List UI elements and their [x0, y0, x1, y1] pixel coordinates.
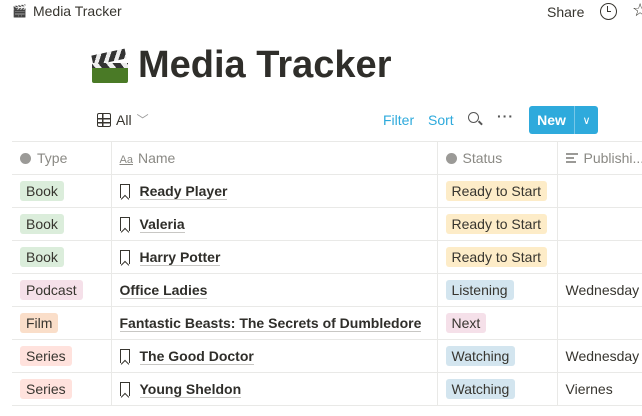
select-icon — [445, 153, 457, 164]
filter-button[interactable]: Filter — [383, 112, 414, 128]
name-cell[interactable]: Young Sheldon — [110, 372, 437, 406]
bookmark-icon — [119, 217, 130, 231]
type-tag: Film — [20, 313, 59, 333]
star-icon[interactable]: ☆ — [632, 0, 642, 21]
status-cell[interactable]: Ready to Start — [436, 240, 557, 274]
status-tag: Ready to Start — [445, 181, 547, 201]
item-name[interactable]: Harry Potter — [139, 249, 221, 266]
type-cell[interactable]: Series — [12, 339, 111, 373]
clapperboard-icon — [91, 48, 128, 84]
type-tag: Series — [20, 379, 72, 399]
more-icon[interactable]: ··· — [497, 108, 514, 124]
column-status[interactable]: Status — [436, 141, 557, 175]
type-tag: Book — [20, 247, 64, 267]
sort-button[interactable]: Sort — [428, 112, 454, 128]
table-icon — [97, 112, 111, 127]
publishing-cell[interactable] — [556, 207, 642, 241]
database-toolbar: All ﹀ Filter Sort ··· New ∨ — [0, 106, 642, 134]
column-label: Publishi... — [583, 150, 642, 166]
name-cell[interactable]: Ready Player — [110, 174, 437, 208]
column-label: Name — [137, 150, 176, 166]
clapperboard-icon: 🎬 — [12, 4, 27, 18]
type-cell[interactable]: Film — [12, 306, 111, 340]
item-name[interactable]: The Good Doctor — [139, 348, 254, 365]
media-table: Type Aa Name Status Publishi... Book Read… — [12, 141, 642, 406]
topbar: 🎬 Media Tracker Share ☆ — [0, 0, 642, 24]
publishing-cell[interactable]: Viernes — [556, 372, 642, 406]
text-icon: Aa — [119, 154, 133, 166]
table-row[interactable]: Series The Good Doctor Watching Wednesda… — [12, 339, 642, 373]
publishing-cell[interactable] — [556, 240, 642, 274]
publishing-cell[interactable]: Wednesday — [556, 273, 642, 307]
status-tag: Watching — [445, 346, 516, 366]
name-cell[interactable]: Fantastic Beasts: The Secrets of Dumbled… — [110, 306, 437, 340]
status-cell[interactable]: Listening — [436, 273, 557, 307]
breadcrumb[interactable]: 🎬 Media Tracker — [12, 3, 122, 19]
type-tag: Book — [20, 181, 64, 201]
column-publishing[interactable]: Publishi... — [556, 141, 642, 175]
table-row[interactable]: Film Fantastic Beasts: The Secrets of Du… — [12, 306, 642, 340]
table-row[interactable]: Book Ready Player Ready to Start — [12, 174, 642, 208]
chevron-down-icon[interactable]: ∨ — [574, 106, 598, 134]
name-cell[interactable]: Harry Potter — [110, 240, 437, 274]
item-name[interactable]: Fantastic Beasts: The Secrets of Dumbled… — [119, 315, 422, 332]
table-row[interactable]: Book Harry Potter Ready to Start — [12, 240, 642, 274]
item-name[interactable]: Ready Player — [139, 183, 228, 200]
history-icon[interactable] — [600, 3, 617, 20]
new-button-group: New ∨ — [529, 106, 598, 134]
column-name[interactable]: Aa Name — [110, 141, 437, 175]
type-cell[interactable]: Podcast — [12, 273, 111, 307]
select-icon — [20, 153, 31, 164]
share-button[interactable]: Share — [547, 4, 584, 20]
column-type[interactable]: Type — [12, 141, 111, 175]
status-cell[interactable]: Watching — [436, 339, 557, 373]
bookmark-icon — [119, 184, 130, 198]
type-cell[interactable]: Book — [12, 174, 111, 208]
status-cell[interactable]: Next — [436, 306, 557, 340]
status-tag: Next — [445, 313, 487, 333]
type-tag: Series — [20, 346, 72, 366]
item-name[interactable]: Office Ladies — [119, 282, 208, 299]
type-cell[interactable]: Series — [12, 372, 111, 406]
publishing-cell[interactable]: Wednesday — [556, 339, 642, 373]
status-cell[interactable]: Ready to Start — [436, 207, 557, 241]
item-name[interactable]: Valeria — [139, 216, 185, 233]
column-label: Status — [462, 150, 503, 166]
table-row[interactable]: Book Valeria Ready to Start — [12, 207, 642, 241]
type-tag: Podcast — [20, 280, 83, 300]
name-cell[interactable]: The Good Doctor — [110, 339, 437, 373]
type-cell[interactable]: Book — [12, 240, 111, 274]
bookmark-icon — [119, 382, 130, 396]
column-label: Type — [37, 150, 68, 166]
breadcrumb-label: Media Tracker — [32, 3, 122, 19]
publishing-cell[interactable] — [556, 306, 642, 340]
table-header: Type Aa Name Status Publishi... — [12, 141, 642, 175]
status-cell[interactable]: Ready to Start — [436, 174, 557, 208]
view-selector[interactable]: All ﹀ — [97, 111, 149, 128]
table-row[interactable]: Series Young Sheldon Watching Viernes — [12, 372, 642, 406]
text-lines-icon — [565, 153, 578, 163]
new-button[interactable]: New — [529, 112, 574, 128]
publishing-cell[interactable] — [556, 174, 642, 208]
name-cell[interactable]: Valeria — [110, 207, 437, 241]
page-title-text: Media Tracker — [138, 44, 392, 86]
status-tag: Ready to Start — [445, 247, 547, 267]
table-row[interactable]: Podcast Office Ladies Listening Wednesda… — [12, 273, 642, 307]
view-label: All — [116, 111, 132, 128]
chevron-down-icon: ﹀ — [136, 113, 149, 127]
bookmark-icon — [119, 250, 130, 264]
name-cell[interactable]: Office Ladies — [110, 273, 437, 307]
type-cell[interactable]: Book — [12, 207, 111, 241]
page-title: Media Tracker — [91, 44, 392, 87]
item-name[interactable]: Young Sheldon — [139, 381, 242, 398]
status-cell[interactable]: Watching — [436, 372, 557, 406]
status-tag: Ready to Start — [445, 214, 547, 234]
bookmark-icon — [119, 349, 130, 363]
type-tag: Book — [20, 214, 64, 234]
search-icon[interactable] — [468, 112, 479, 123]
status-tag: Watching — [445, 379, 516, 399]
status-tag: Listening — [445, 280, 514, 300]
